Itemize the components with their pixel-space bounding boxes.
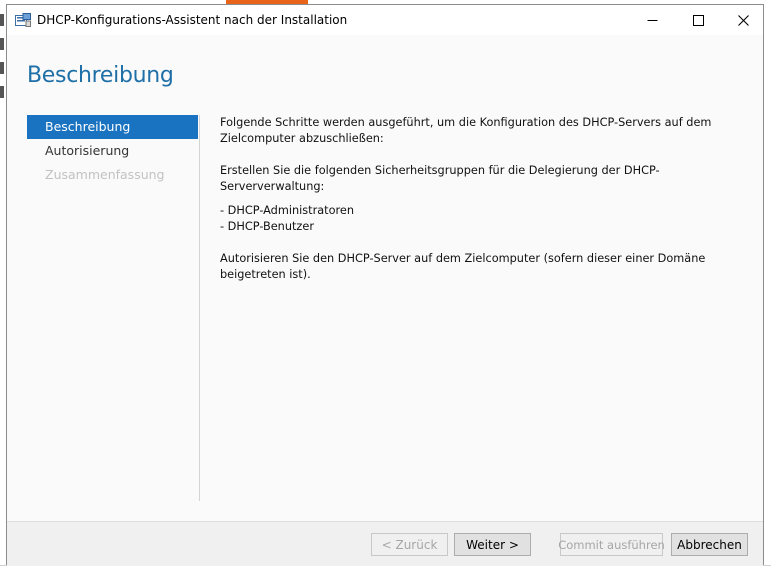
window-title: DHCP-Konfigurations-Assistent nach der I…: [37, 13, 348, 27]
close-button[interactable]: [720, 5, 766, 35]
server-manager-icon: [15, 13, 31, 27]
back-button: < Zurück: [371, 533, 448, 556]
background-mark: [0, 86, 4, 98]
button-bar: < Zurück Weiter > Commit ausführen Abbre…: [7, 521, 763, 566]
background-mark: [0, 38, 4, 50]
title-bar[interactable]: DHCP-Konfigurations-Assistent nach der I…: [7, 5, 763, 35]
description-content: Folgende Schritte werden ausgeführt, um …: [220, 115, 740, 283]
page-heading: Beschreibung: [27, 63, 174, 88]
minimize-icon: [647, 19, 657, 21]
wizard-window: DHCP-Konfigurations-Assistent nach der I…: [6, 4, 764, 566]
nav-divider: [199, 115, 200, 501]
nav-item-autorisierung[interactable]: Autorisierung: [27, 139, 198, 163]
nav-item-beschreibung[interactable]: Beschreibung: [27, 115, 198, 139]
group-item: - DHCP-Administratoren: [220, 204, 355, 217]
minimize-button[interactable]: [629, 5, 675, 35]
background-right-edge: [764, 0, 771, 571]
background-mark: [0, 14, 4, 26]
authorize-text: Autorisieren Sie den DHCP-Server auf dem…: [220, 252, 706, 281]
commit-button: Commit ausführen: [558, 533, 665, 556]
wizard-nav: Beschreibung Autorisierung Zusammenfassu…: [27, 115, 198, 187]
groups-intro-text: Erstellen Sie die folgenden Sicherheitsg…: [220, 164, 660, 193]
intro-text: Folgende Schritte werden ausgeführt, um …: [220, 116, 712, 145]
close-icon: [737, 14, 749, 26]
group-item: - DHCP-Benutzer: [220, 220, 314, 233]
cancel-button[interactable]: Abbrechen: [671, 533, 748, 556]
maximize-button[interactable]: [675, 5, 721, 35]
nav-item-zusammenfassung: Zusammenfassung: [45, 167, 165, 182]
background-mark: [0, 62, 4, 74]
maximize-icon: [692, 14, 704, 26]
next-button[interactable]: Weiter >: [454, 533, 531, 556]
